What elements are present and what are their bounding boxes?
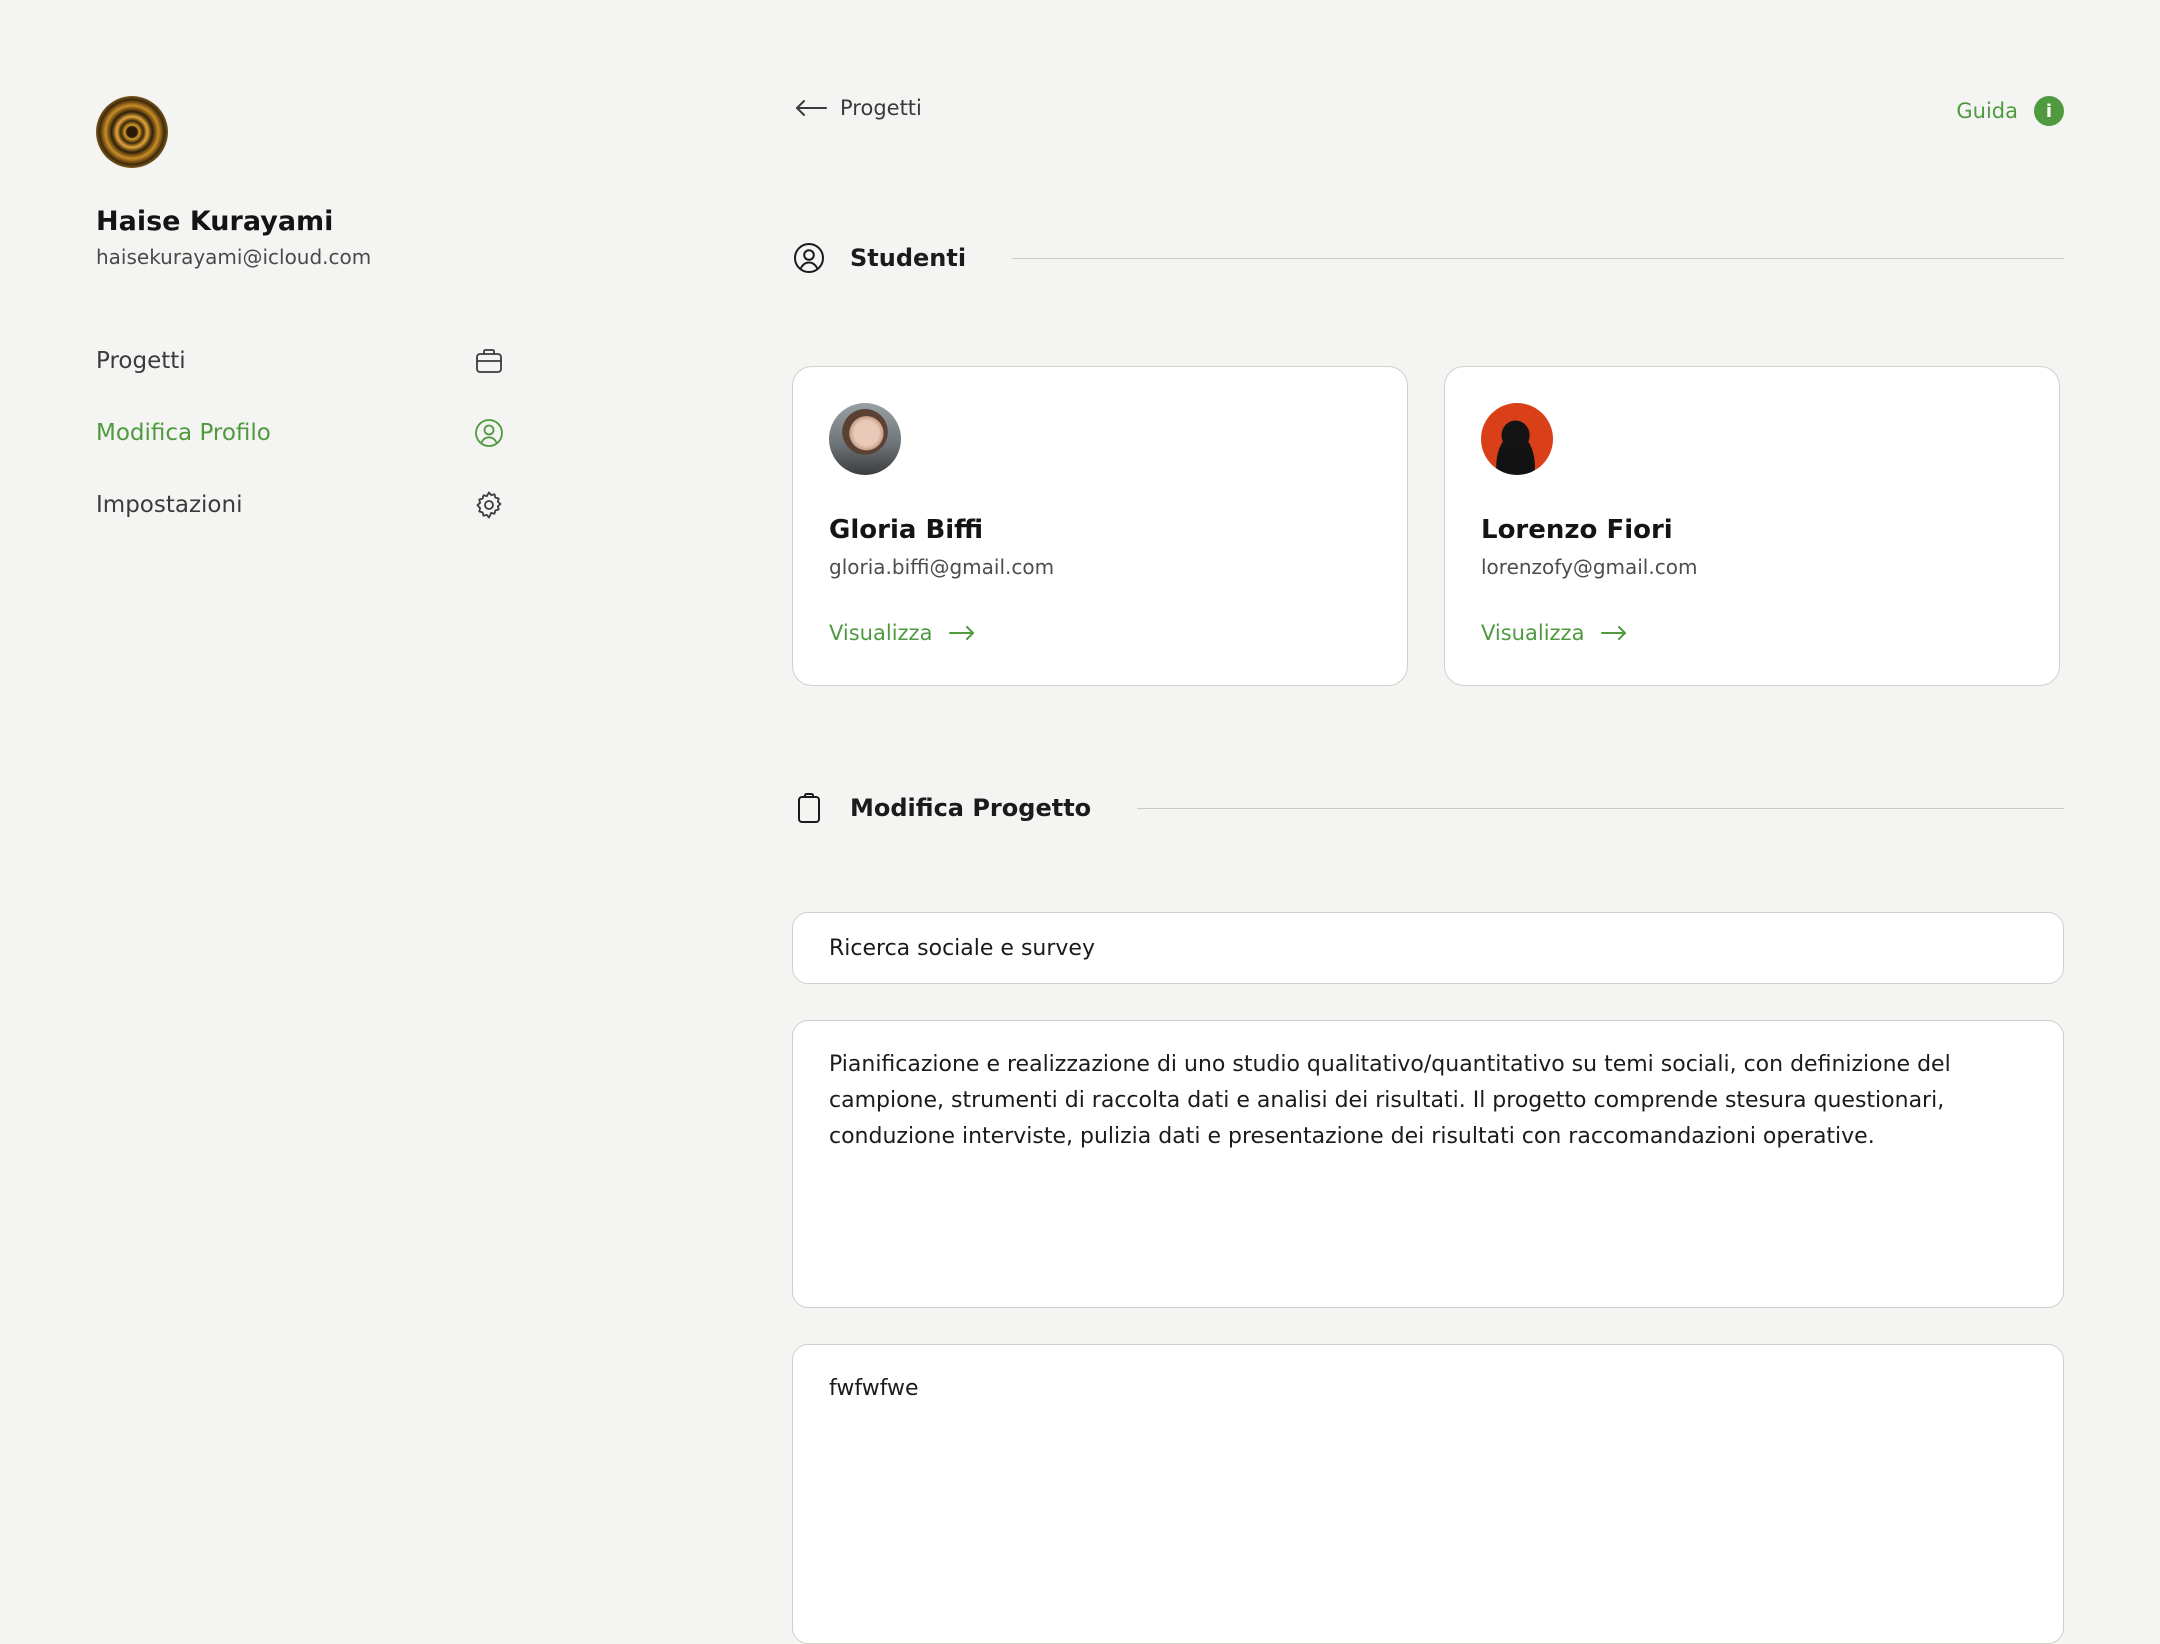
user-circle-icon	[472, 416, 506, 450]
view-student-link[interactable]: Visualizza	[1481, 621, 1628, 645]
student-email: gloria.biffi@gmail.com	[829, 555, 1055, 579]
gear-icon	[472, 488, 506, 522]
students-section-header: Studenti	[792, 238, 2064, 278]
sidebar-item-progetti[interactable]: Progetti	[96, 325, 506, 397]
clipboard-icon	[798, 793, 820, 823]
user-circle-icon	[794, 243, 824, 273]
page: Haise Kurayami haisekurayami@icloud.com …	[0, 0, 2160, 1644]
back-link-label: Progetti	[840, 96, 922, 120]
project-title-input[interactable]: Ricerca sociale e survey	[792, 912, 2064, 984]
section-divider	[1012, 257, 2064, 259]
avatar	[1481, 403, 1553, 475]
help-button[interactable]: Guida i	[1956, 96, 2064, 126]
view-link-label: Visualizza	[829, 621, 933, 645]
section-title: Modifica Progetto	[850, 794, 1092, 822]
arrow-right-icon	[949, 626, 975, 640]
student-email: lorenzofy@gmail.com	[1481, 555, 1698, 579]
student-name: Gloria Biffi	[829, 515, 984, 545]
student-card: Lorenzo Fiori lorenzofy@gmail.com Visual…	[1444, 366, 2060, 686]
main-content: Progetti Guida i Studenti Gloria Biffi g…	[792, 96, 2064, 1644]
sidebar-item-modifica-profilo[interactable]: Modifica Profilo	[96, 397, 506, 469]
project-notes-textarea[interactable]: fwfwfwe	[792, 1344, 2064, 1644]
briefcase-icon	[472, 344, 506, 378]
profile-email: haisekurayami@icloud.com	[96, 245, 372, 269]
sidebar-item-label: Modifica Profilo	[96, 420, 271, 446]
edit-project-section-header: Modifica Progetto	[792, 788, 2064, 828]
back-link[interactable]: Progetti	[794, 96, 922, 120]
sidebar: Haise Kurayami haisekurayami@icloud.com …	[96, 96, 506, 541]
help-label: Guida	[1956, 99, 2018, 123]
section-title: Studenti	[850, 244, 967, 272]
students-list: Gloria Biffi gloria.biffi@gmail.com Visu…	[792, 366, 2064, 686]
sidebar-item-impostazioni[interactable]: Impostazioni	[96, 469, 506, 541]
profile-name: Haise Kurayami	[96, 206, 334, 237]
arrow-right-icon	[1601, 626, 1627, 640]
avatar[interactable]	[96, 96, 168, 168]
sidebar-item-label: Impostazioni	[96, 492, 243, 518]
student-card: Gloria Biffi gloria.biffi@gmail.com Visu…	[792, 366, 1408, 686]
section-divider	[1137, 807, 2064, 809]
info-icon: i	[2034, 96, 2064, 126]
view-link-label: Visualizza	[1481, 621, 1585, 645]
topbar: Progetti Guida i	[792, 96, 2064, 130]
sidebar-nav: Progetti Modifica Profilo Impostazioni	[96, 325, 506, 541]
view-student-link[interactable]: Visualizza	[829, 621, 976, 645]
arrow-left-icon	[796, 100, 827, 116]
avatar	[829, 403, 901, 475]
project-description-textarea[interactable]: Pianificazione e realizzazione di uno st…	[792, 1020, 2064, 1308]
sidebar-item-label: Progetti	[96, 348, 186, 374]
student-name: Lorenzo Fiori	[1481, 515, 1673, 545]
